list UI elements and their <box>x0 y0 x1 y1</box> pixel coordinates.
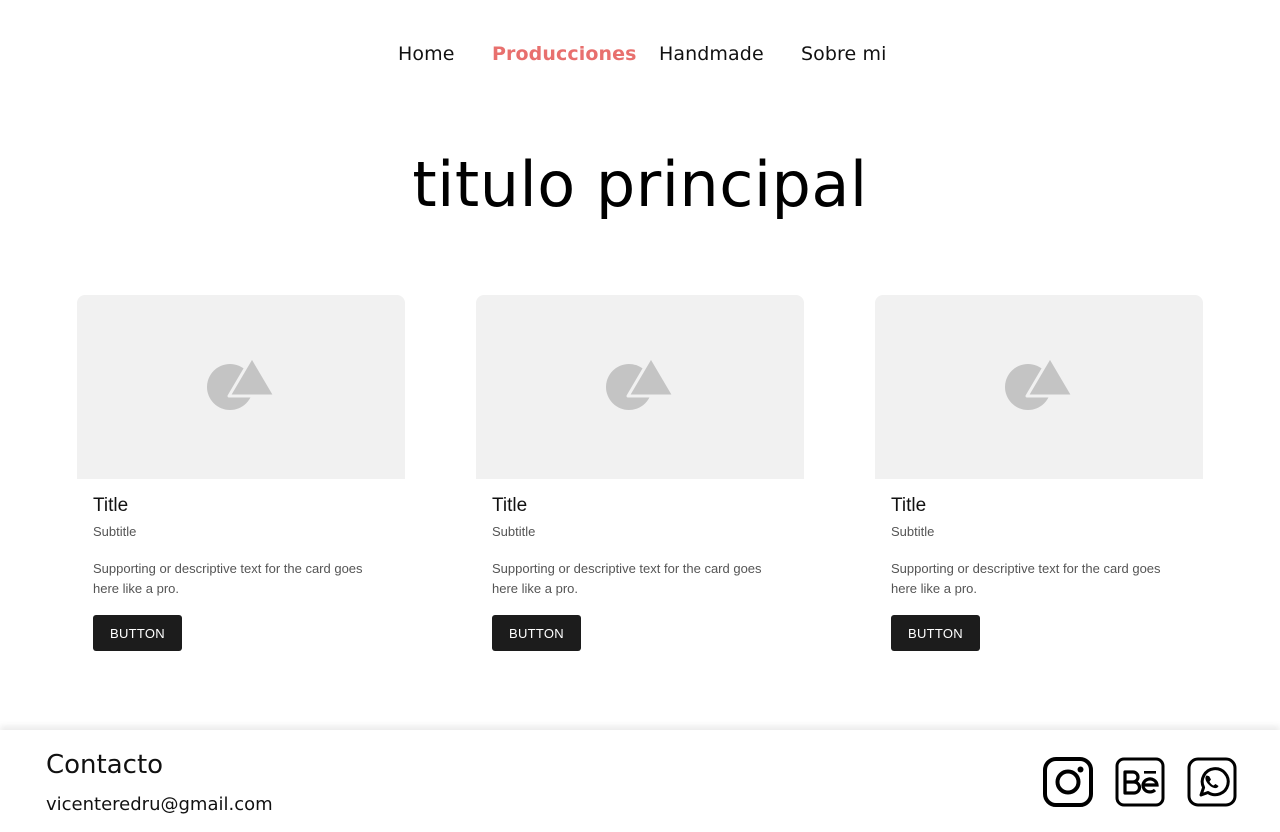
contact-email-link[interactable]: vicenteredru@gmail.com <box>46 794 273 815</box>
footer: Contacto vicenteredru@gmail.com <box>0 730 1280 832</box>
card-title: Title <box>891 495 927 516</box>
card-button[interactable]: BUTTON <box>492 615 581 651</box>
card-button[interactable]: BUTTON <box>93 615 182 651</box>
card-subtitle: Subtitle <box>492 524 536 539</box>
card-title: Title <box>492 495 528 516</box>
card-subtitle: Subtitle <box>93 524 137 539</box>
image-placeholder-icon <box>1005 357 1073 410</box>
card-media <box>875 295 1203 479</box>
card-media <box>476 295 804 479</box>
card-media <box>77 295 405 479</box>
card-text: Supporting or descriptive text for the c… <box>891 561 1161 596</box>
behance-icon[interactable] <box>1115 757 1165 807</box>
nav-item-sobre-mi[interactable]: Sobre mi <box>801 43 886 65</box>
card-button[interactable]: BUTTON <box>891 615 980 651</box>
page-title: titulo principal <box>412 148 868 221</box>
card: Title Subtitle Supporting or descriptive… <box>77 295 405 665</box>
nav-item-handmade[interactable]: Handmade <box>659 43 764 65</box>
top-nav: Home Producciones Handmade Sobre mi <box>0 0 1280 110</box>
card-title: Title <box>93 495 129 516</box>
instagram-icon[interactable] <box>1043 757 1093 807</box>
card-text: Supporting or descriptive text for the c… <box>492 561 762 596</box>
contact-heading: Contacto <box>46 750 164 780</box>
card-text: Supporting or descriptive text for the c… <box>93 561 363 596</box>
nav-item-home[interactable]: Home <box>398 43 455 65</box>
card: Title Subtitle Supporting or descriptive… <box>476 295 804 665</box>
image-placeholder-icon <box>207 357 275 410</box>
nav-item-producciones[interactable]: Producciones <box>492 43 637 65</box>
card: Title Subtitle Supporting or descriptive… <box>875 295 1203 665</box>
whatsapp-icon[interactable] <box>1187 757 1237 807</box>
image-placeholder-icon <box>606 357 674 410</box>
card-subtitle: Subtitle <box>891 524 935 539</box>
